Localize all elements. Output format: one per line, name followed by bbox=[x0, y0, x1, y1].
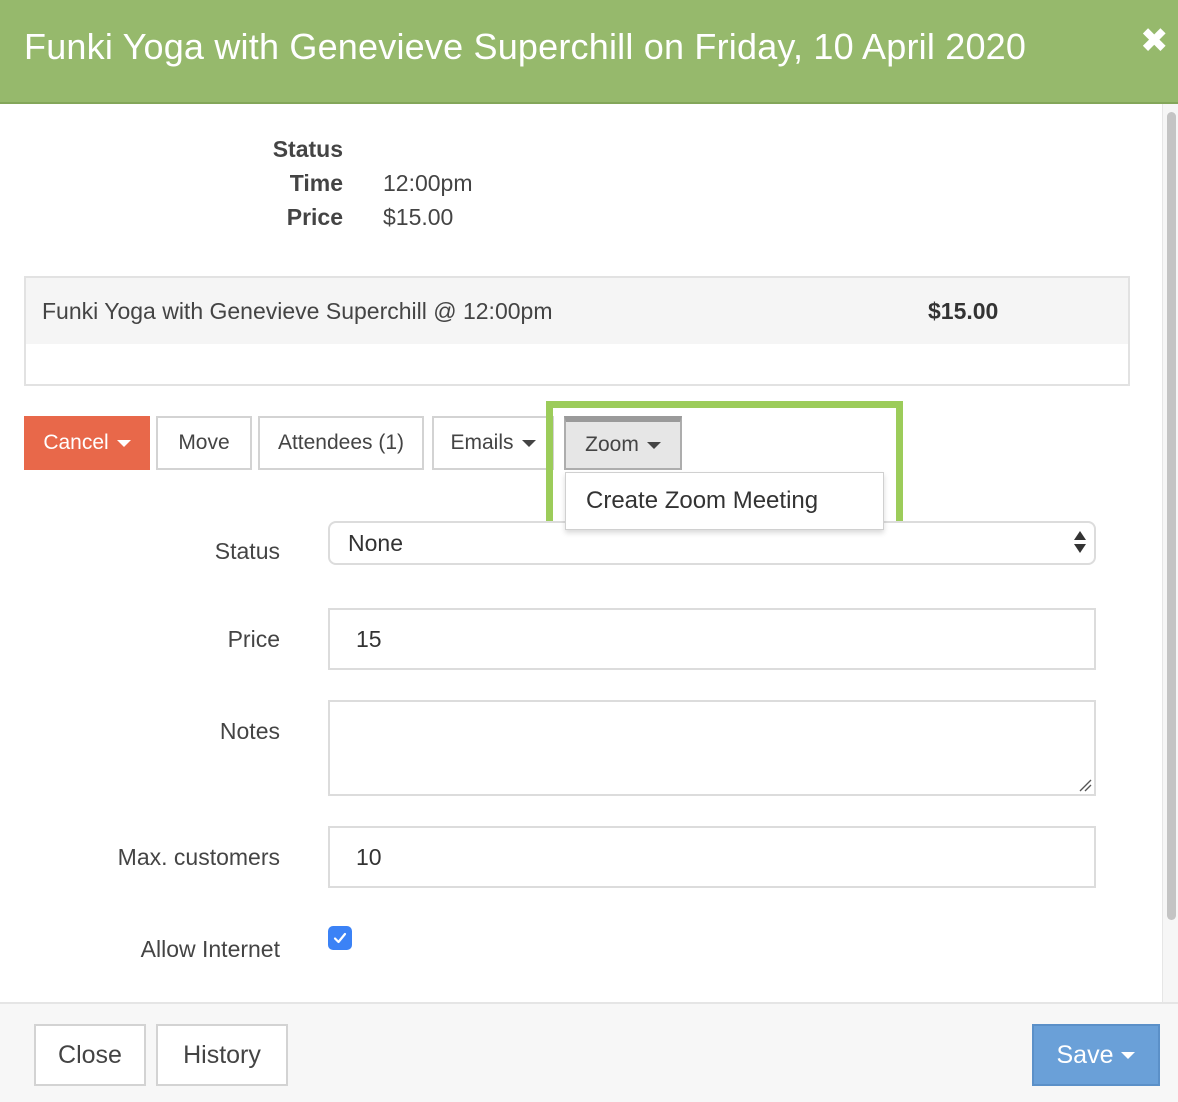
cancel-button-label: Cancel bbox=[43, 431, 109, 454]
max-customers-input[interactable]: 10 bbox=[328, 826, 1096, 888]
close-icon[interactable]: ✖ bbox=[1140, 24, 1169, 58]
info-time-value: 12:00pm bbox=[383, 170, 473, 196]
info-time-label: Time bbox=[289, 170, 343, 196]
modal-header: Funki Yoga with Genevieve Superchill on … bbox=[0, 0, 1178, 104]
price-input[interactable]: 15 bbox=[328, 608, 1096, 670]
emails-button[interactable]: Emails bbox=[432, 416, 554, 470]
save-button-label: Save bbox=[1056, 1040, 1114, 1069]
modal-title: Funki Yoga with Genevieve Superchill on … bbox=[24, 26, 1027, 67]
move-button-label: Move bbox=[178, 431, 230, 454]
price-label: Price bbox=[227, 626, 280, 652]
move-button[interactable]: Move bbox=[156, 416, 252, 470]
summary-row: Funki Yoga with Genevieve Superchill @ 1… bbox=[26, 278, 1128, 344]
booking-summary: Funki Yoga with Genevieve Superchill @ 1… bbox=[24, 276, 1130, 386]
caret-down-icon bbox=[521, 439, 536, 447]
allow-internet-checkbox[interactable] bbox=[328, 926, 352, 950]
attendees-button[interactable]: Attendees (1) bbox=[258, 416, 424, 470]
caret-down-icon bbox=[1121, 1051, 1136, 1059]
status-label: Status bbox=[214, 538, 280, 564]
resize-grip-icon[interactable] bbox=[1078, 778, 1092, 792]
caret-down-icon bbox=[116, 439, 131, 447]
emails-button-label: Emails bbox=[450, 431, 514, 454]
zoom-dropdown-menu: Create Zoom Meeting bbox=[565, 472, 884, 530]
status-select-value: None bbox=[348, 530, 403, 556]
close-button-label: Close bbox=[58, 1040, 122, 1069]
notes-textarea[interactable] bbox=[328, 700, 1096, 796]
zoom-button-label: Zoom bbox=[585, 433, 639, 456]
max-customers-value: 10 bbox=[356, 844, 382, 870]
close-button[interactable]: Close bbox=[34, 1024, 146, 1086]
allow-internet-label: Allow Internet bbox=[140, 936, 280, 962]
info-price-value: $15.00 bbox=[383, 204, 454, 230]
zoom-button[interactable]: Zoom bbox=[564, 416, 682, 470]
summary-price: $15.00 bbox=[928, 298, 999, 324]
history-button-label: History bbox=[183, 1040, 261, 1069]
select-arrows-icon bbox=[1074, 531, 1086, 555]
summary-name: Funki Yoga with Genevieve Superchill @ 1… bbox=[42, 298, 553, 324]
info-status-label: Status bbox=[272, 136, 343, 162]
notes-label: Notes bbox=[219, 718, 280, 744]
scrollbar-thumb[interactable] bbox=[1167, 112, 1176, 920]
attendees-button-label: Attendees (1) bbox=[277, 431, 405, 454]
info-price-label: Price bbox=[286, 204, 343, 230]
history-button[interactable]: History bbox=[156, 1024, 288, 1086]
caret-down-icon bbox=[646, 441, 661, 449]
price-input-value: 15 bbox=[356, 626, 382, 652]
max-customers-label: Max. customers bbox=[117, 844, 280, 870]
save-button[interactable]: Save bbox=[1032, 1024, 1160, 1086]
checkmark-icon bbox=[333, 932, 347, 944]
create-zoom-meeting-item[interactable]: Create Zoom Meeting bbox=[586, 487, 818, 515]
cancel-button[interactable]: Cancel bbox=[24, 416, 150, 470]
